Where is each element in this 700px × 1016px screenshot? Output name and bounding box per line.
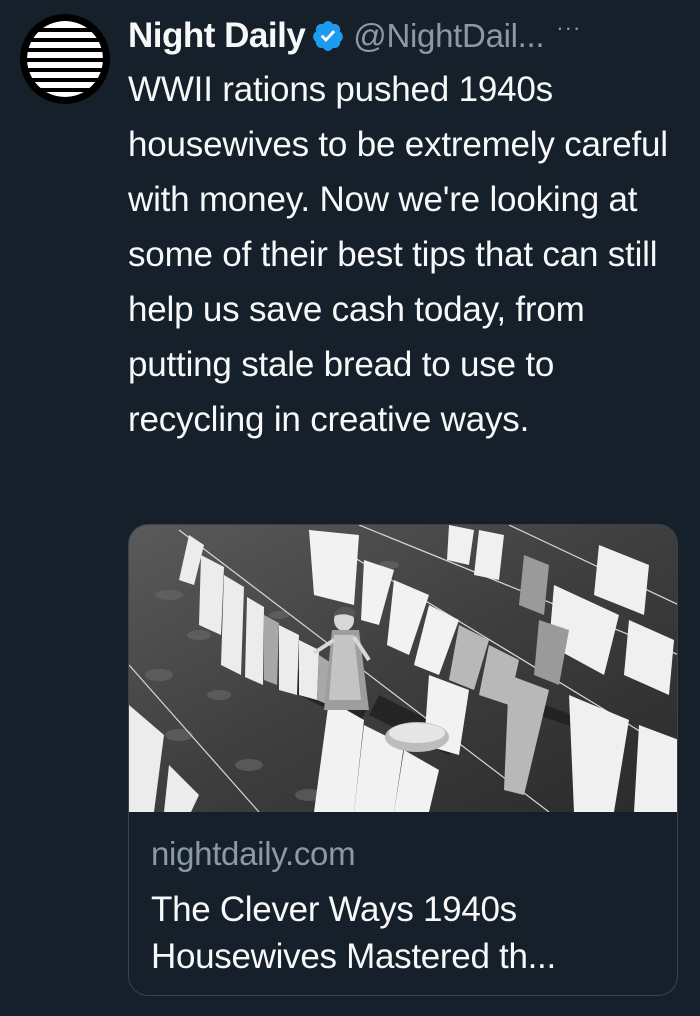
avatar[interactable] — [20, 14, 110, 104]
verified-badge-icon — [311, 19, 345, 53]
card-meta: nightdaily.com The Clever Ways 1940s Hou… — [129, 812, 677, 980]
link-preview-card[interactable]: nightdaily.com The Clever Ways 1940s Hou… — [128, 524, 678, 996]
card-image[interactable] — [129, 525, 677, 812]
card-title-line: Housewives Mastered th... — [151, 937, 556, 976]
card-title-line: The Clever Ways 1940s — [151, 890, 517, 929]
tweet-header: Night Daily @NightDail... ··· — [128, 12, 680, 60]
card-title[interactable]: The Clever Ways 1940s Housewives Mastere… — [151, 886, 655, 980]
tweet[interactable]: Night Daily @NightDail... ··· WWII ratio… — [0, 0, 700, 1016]
tweet-text: WWII rations pushed 1940s housewives to … — [128, 70, 668, 439]
striped-circle-logo-icon — [20, 14, 110, 104]
card-domain: nightdaily.com — [151, 835, 356, 872]
author-handle[interactable]: @NightDail... — [353, 17, 544, 55]
display-name[interactable]: Night Daily — [128, 16, 306, 56]
more-options-icon[interactable]: ··· — [556, 15, 581, 41]
